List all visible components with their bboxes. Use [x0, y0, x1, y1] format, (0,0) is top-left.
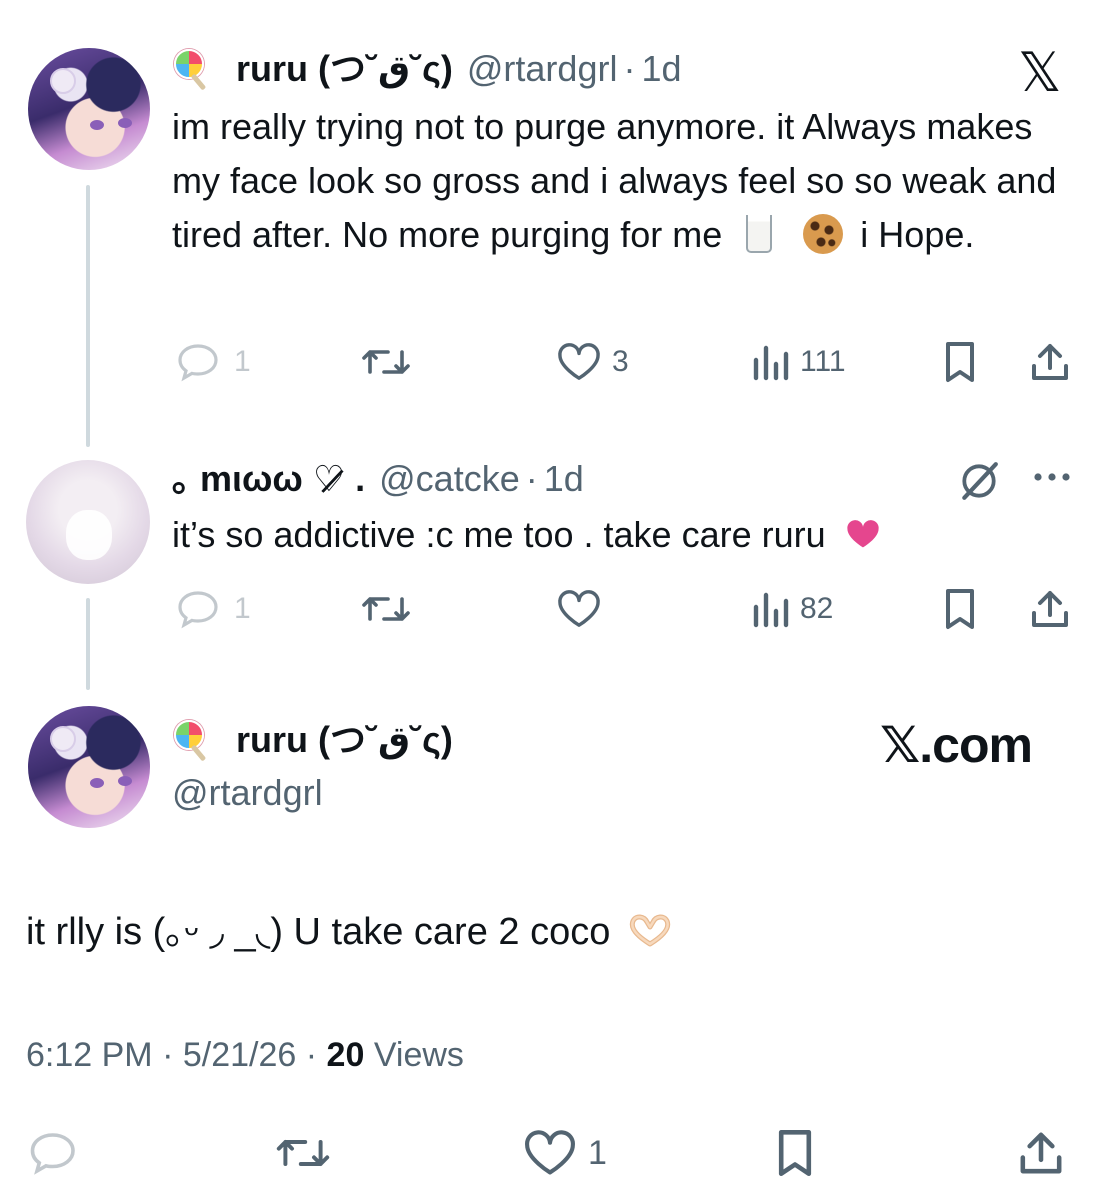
avatar-miuw[interactable] — [26, 460, 150, 584]
display-name[interactable]: ruru (つ˘ق˘ς) — [236, 47, 453, 91]
tweet-actions: 1 82 — [0, 584, 1103, 634]
tweet-header: ruru (つ˘ق˘ς) — [172, 718, 453, 762]
share-button[interactable] — [1028, 584, 1072, 634]
user-handle-row: @rtardgrl — [172, 771, 323, 815]
bookmark-button[interactable] — [940, 337, 980, 387]
pink-heart-emoji-icon — [842, 513, 888, 555]
tweet-time[interactable]: 6:12 PM — [26, 1036, 153, 1074]
tweet-time[interactable]: 1d — [544, 457, 584, 501]
views-count: 20 — [326, 1036, 365, 1074]
lollipop-emoji-icon — [172, 720, 212, 762]
tweet-time[interactable]: 1d — [641, 47, 681, 91]
reply-button[interactable]: 1 — [176, 584, 251, 634]
cookie-emoji-icon — [802, 213, 844, 255]
avatar-eye — [118, 118, 132, 128]
share-icon — [1020, 1132, 1062, 1174]
views-label: Views — [373, 1036, 464, 1074]
tweet-header: ｡ mιωω ♡̷̷̷ . @catcke · 1d — [172, 457, 584, 501]
share-icon — [1032, 591, 1068, 627]
display-name[interactable]: ruru (つ˘ق˘ς) — [236, 718, 453, 762]
views-icon — [753, 592, 789, 628]
x-com-brand: 𝕏.com — [880, 717, 1033, 773]
retweet-icon — [362, 597, 410, 621]
grok-icon[interactable] — [958, 460, 1000, 507]
avatar-plush — [66, 510, 112, 560]
bookmark-icon — [946, 589, 974, 629]
user-handle[interactable]: @rtardgrl — [467, 47, 618, 91]
heart-hands-emoji-icon — [627, 910, 677, 952]
avatar-eye — [90, 778, 104, 788]
tweet-meta: 6:12 PM · 5/21/26 · 20 Views — [26, 1036, 464, 1075]
more-options-icon[interactable] — [1032, 470, 1072, 489]
separator-dot: · — [305, 1036, 318, 1074]
reply-icon — [30, 1133, 75, 1175]
main-tweet-actions: 1 — [0, 1128, 1103, 1178]
heart-icon — [525, 1130, 575, 1175]
bookmark-icon — [946, 342, 974, 382]
avatar-horn — [50, 726, 76, 752]
bookmark-button[interactable] — [940, 584, 980, 634]
tweet-text-end: i Hope. — [860, 214, 975, 255]
display-name[interactable]: ｡ mιωω ♡̷̷̷ . — [172, 457, 365, 501]
retweet-button[interactable] — [360, 584, 412, 634]
reply-icon — [178, 591, 218, 629]
lollipop-emoji-icon — [172, 49, 212, 91]
avatar-eye — [118, 776, 132, 786]
tweet-date[interactable]: 5/21/26 — [183, 1036, 296, 1074]
like-button[interactable]: 3 — [556, 337, 629, 387]
heart-icon — [558, 343, 600, 380]
tweet-text: it’s so addictive :c me too . take care … — [172, 514, 826, 555]
views-button[interactable]: 82 — [750, 584, 833, 634]
user-handle[interactable]: @catcke — [379, 457, 520, 501]
main-tweet-body: it rlly is (｡ᵕ ◞ _◟) U take care 2 coco — [26, 905, 1076, 959]
views-count: 82 — [800, 592, 834, 625]
retweet-icon — [362, 350, 410, 374]
like-button[interactable]: 1 — [522, 1128, 607, 1178]
reply-count: 1 — [234, 592, 251, 625]
share-button[interactable] — [1028, 337, 1072, 387]
separator-dot: · — [162, 1036, 174, 1074]
main-tweet-text: it rlly is (｡ᵕ ◞ _◟) U take care 2 coco — [26, 911, 611, 953]
views-button[interactable]: 111 — [750, 337, 846, 387]
like-count: 1 — [588, 1133, 607, 1172]
tweet-header: ruru (つ˘ق˘ς) @rtardgrl · 1d — [172, 47, 682, 91]
avatar-ruru[interactable] — [28, 48, 150, 170]
separator-dot: · — [623, 48, 636, 89]
bookmark-icon — [778, 1130, 812, 1176]
reply-button[interactable]: 1 — [176, 337, 251, 387]
retweet-icon — [276, 1140, 330, 1166]
avatar-horn — [50, 68, 76, 94]
reply-count: 1 — [234, 345, 251, 378]
avatar-eye — [90, 120, 104, 130]
views-icon — [753, 345, 789, 381]
bookmark-button[interactable] — [772, 1128, 818, 1178]
tweet-body: im really trying not to purge anymore. i… — [172, 100, 1077, 262]
retweet-button[interactable] — [274, 1128, 332, 1178]
heart-icon — [558, 590, 600, 627]
avatar-ruru[interactable] — [28, 706, 150, 828]
like-button[interactable] — [556, 584, 602, 634]
user-handle[interactable]: @rtardgrl — [172, 771, 323, 815]
like-count: 3 — [612, 345, 629, 378]
separator-dot: · — [525, 458, 538, 499]
milk-glass-emoji-icon — [738, 213, 780, 255]
reply-button[interactable] — [28, 1128, 82, 1178]
tweet-actions: 1 3 111 — [0, 337, 1103, 387]
share-button[interactable] — [1016, 1128, 1066, 1178]
thread-line — [86, 185, 90, 447]
tweet-body: it’s so addictive :c me too . take care … — [172, 508, 1077, 562]
views-count: 111 — [800, 345, 846, 378]
thread-view: ruru (つ˘ق˘ς) @rtardgrl · 1d 𝕏 im really … — [0, 0, 1103, 1200]
reply-icon — [178, 344, 218, 382]
retweet-button[interactable] — [360, 337, 412, 387]
x-logo-icon: 𝕏 — [1018, 43, 1062, 103]
share-icon — [1032, 344, 1068, 380]
